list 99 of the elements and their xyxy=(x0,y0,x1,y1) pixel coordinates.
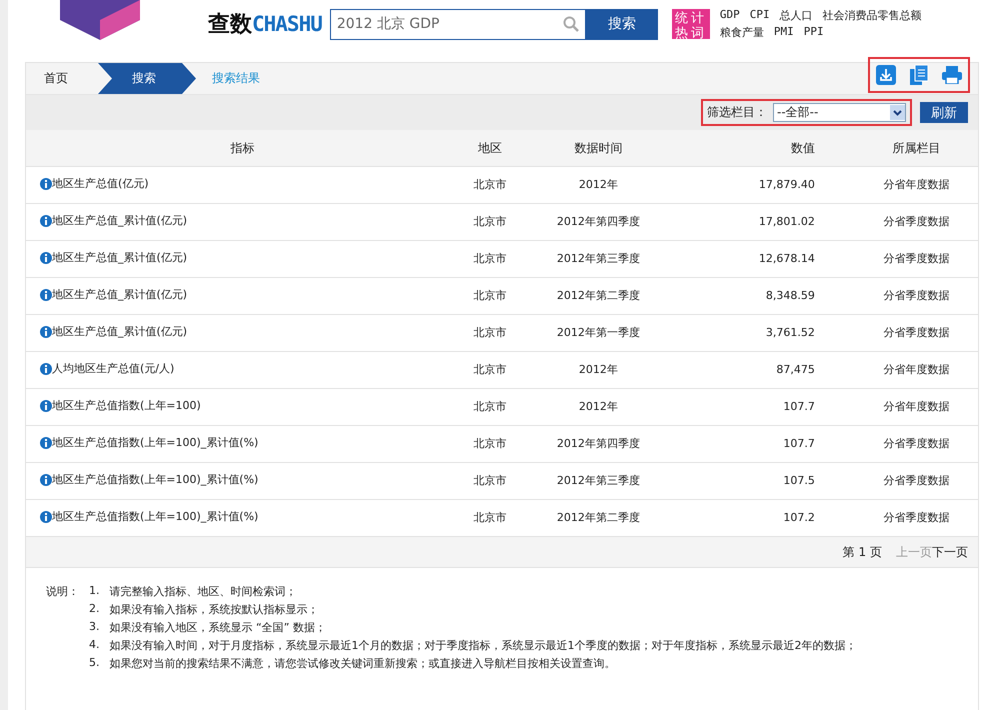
table-cell: 北京市 xyxy=(474,474,507,487)
table-cell: 北京市 xyxy=(474,437,507,450)
hot-word-link[interactable]: PPI xyxy=(804,25,824,40)
column-header: 所属栏目 xyxy=(854,130,978,166)
info-icon[interactable] xyxy=(40,400,52,412)
info-icon[interactable] xyxy=(40,288,52,300)
info-icon[interactable] xyxy=(40,214,52,226)
list-number: 3. xyxy=(89,620,100,635)
table-cell: 分省季度数据 xyxy=(883,437,950,450)
info-icon[interactable] xyxy=(40,326,52,338)
table-cell: 2012年第三季度 xyxy=(556,474,640,487)
table-cell: 2012年第四季度 xyxy=(556,215,640,228)
indicator-link[interactable]: 地区生产总值_累计值(亿元) xyxy=(52,214,188,228)
table-cell: 2012年第二季度 xyxy=(556,289,640,302)
search-field[interactable]: 2012 北京 GDP xyxy=(330,8,586,40)
hot-word-link[interactable]: CPI xyxy=(750,8,770,23)
table-cell: 分省年度数据 xyxy=(883,400,950,413)
indicator-link[interactable]: 地区生产总值_累计值(亿元) xyxy=(52,250,188,264)
indicator-link[interactable]: 地区生产总值_累计值(亿元) xyxy=(52,324,188,338)
list-number: 5. xyxy=(89,656,100,671)
copy-icon[interactable] xyxy=(910,65,928,85)
info-icon[interactable] xyxy=(40,510,52,522)
search-icon xyxy=(562,16,579,32)
chevron-down-icon xyxy=(890,105,905,120)
table-cell: 107.7 xyxy=(783,400,815,413)
hot-word-link[interactable]: 粮食产量 xyxy=(720,25,764,40)
column-header: 数据时间 xyxy=(520,130,676,166)
table-cell: 北京市 xyxy=(474,511,507,524)
table-cell: 分省季度数据 xyxy=(883,474,950,487)
table-cell: 分省季度数据 xyxy=(883,511,950,524)
column-dropdown[interactable]: --全部-- xyxy=(773,103,906,122)
table-cell: 北京市 xyxy=(474,400,507,413)
table-cell: 107.2 xyxy=(783,511,815,524)
indicator-link[interactable]: 地区生产总值指数(上年=100) xyxy=(52,398,201,412)
table-cell: 107.5 xyxy=(783,474,815,487)
table-cell: 17,879.40 xyxy=(758,178,815,191)
info-icon[interactable] xyxy=(40,436,52,448)
breadcrumb-item[interactable]: 搜索 xyxy=(98,63,196,94)
site-logo[interactable]: 查数CHASHU xyxy=(208,9,322,39)
filter-label: 筛选栏目： xyxy=(707,104,767,121)
indicator-link[interactable]: 地区生产总值_累计值(亿元) xyxy=(52,288,188,302)
table-cell: 12,678.14 xyxy=(758,252,815,265)
hot-word-link[interactable]: 总人口 xyxy=(780,8,813,23)
list-number: 4. xyxy=(89,638,100,653)
info-icon[interactable] xyxy=(40,178,52,190)
table-cell: 分省季度数据 xyxy=(883,215,950,228)
table-cell: 2012年第四季度 xyxy=(556,437,640,450)
list-number: 1. xyxy=(89,584,100,599)
table-cell: 107.7 xyxy=(783,437,815,450)
hot-word-link[interactable]: GDP xyxy=(720,8,740,23)
refresh-button[interactable]: 刷新 xyxy=(920,102,968,123)
info-icon[interactable] xyxy=(40,474,52,486)
note-text: 如果您对当前的搜索结果不满意，请您尝试修改关键词重新搜索；或直接进入导航栏目按相关设置查询。 xyxy=(110,656,616,671)
table-cell: 分省年度数据 xyxy=(883,178,950,191)
info-icon[interactable] xyxy=(40,252,52,264)
breadcrumb-item[interactable]: 首页 xyxy=(26,63,98,94)
table-cell: 2012年第二季度 xyxy=(556,511,640,524)
table-cell: 北京市 xyxy=(474,178,507,191)
search-button[interactable]: 搜索 xyxy=(586,8,658,40)
notes-label: 说明： xyxy=(46,584,79,599)
indicator-link[interactable]: 地区生产总值指数(上年=100)_累计值(%) xyxy=(52,472,258,486)
table-cell: 17,801.02 xyxy=(758,215,815,228)
note-text: 如果没有输入指标，系统按默认指标显示； xyxy=(110,602,320,617)
note-text: 如果没有输入时间，对于月度指标，系统显示最近1个月的数据；对于季度指标，系统显示最近1个季度的数据；对于年度指标，系统显示最近2年的数据； xyxy=(110,638,858,653)
table-cell: 北京市 xyxy=(474,289,507,302)
table-cell: 分省季度数据 xyxy=(883,289,950,302)
table-cell: 2012年第一季度 xyxy=(556,326,640,339)
hot-words-badge: 统计热词 xyxy=(672,9,710,39)
indicator-link[interactable]: 地区生产总值指数(上年=100)_累计值(%) xyxy=(52,510,258,524)
table-cell: 分省年度数据 xyxy=(883,363,950,376)
table-cell: 87,475 xyxy=(776,363,815,376)
info-icon[interactable] xyxy=(40,362,52,374)
table-cell: 2012年 xyxy=(578,363,618,376)
table-cell: 3,761.52 xyxy=(766,326,815,339)
indicator-link[interactable]: 人均地区生产总值(元/人) xyxy=(52,362,174,376)
table-cell: 2012年 xyxy=(578,400,618,413)
indicator-link[interactable]: 地区生产总值(亿元) xyxy=(52,176,149,190)
table-cell: 2012年 xyxy=(578,178,618,191)
download-icon[interactable] xyxy=(876,65,896,85)
note-text: 请完整输入指标、地区、时间检索词； xyxy=(110,584,298,599)
page-number: 第 1 页 xyxy=(842,544,882,560)
table-cell: 北京市 xyxy=(474,326,507,339)
table-cell: 2012年第三季度 xyxy=(556,252,640,265)
note-text: 如果没有输入地区，系统显示 “全国” 数据； xyxy=(110,620,327,635)
table-cell: 北京市 xyxy=(474,363,507,376)
column-header: 指标 xyxy=(26,130,460,166)
table-cell: 分省季度数据 xyxy=(883,252,950,265)
indicator-link[interactable]: 地区生产总值指数(上年=100)_累计值(%) xyxy=(52,436,258,450)
column-header: 数值 xyxy=(676,130,855,166)
table-cell: 8,348.59 xyxy=(766,289,815,302)
table-cell: 分省季度数据 xyxy=(883,326,950,339)
hot-word-link[interactable]: 社会消费品零售总额 xyxy=(822,8,922,23)
hot-word-link[interactable]: PMI xyxy=(774,25,794,40)
table-cell: 北京市 xyxy=(474,252,507,265)
list-number: 2. xyxy=(89,602,100,617)
column-header: 地区 xyxy=(459,130,521,166)
print-icon[interactable] xyxy=(942,66,962,84)
pager-link[interactable]: 下一页 xyxy=(932,544,968,560)
table-cell: 北京市 xyxy=(474,215,507,228)
